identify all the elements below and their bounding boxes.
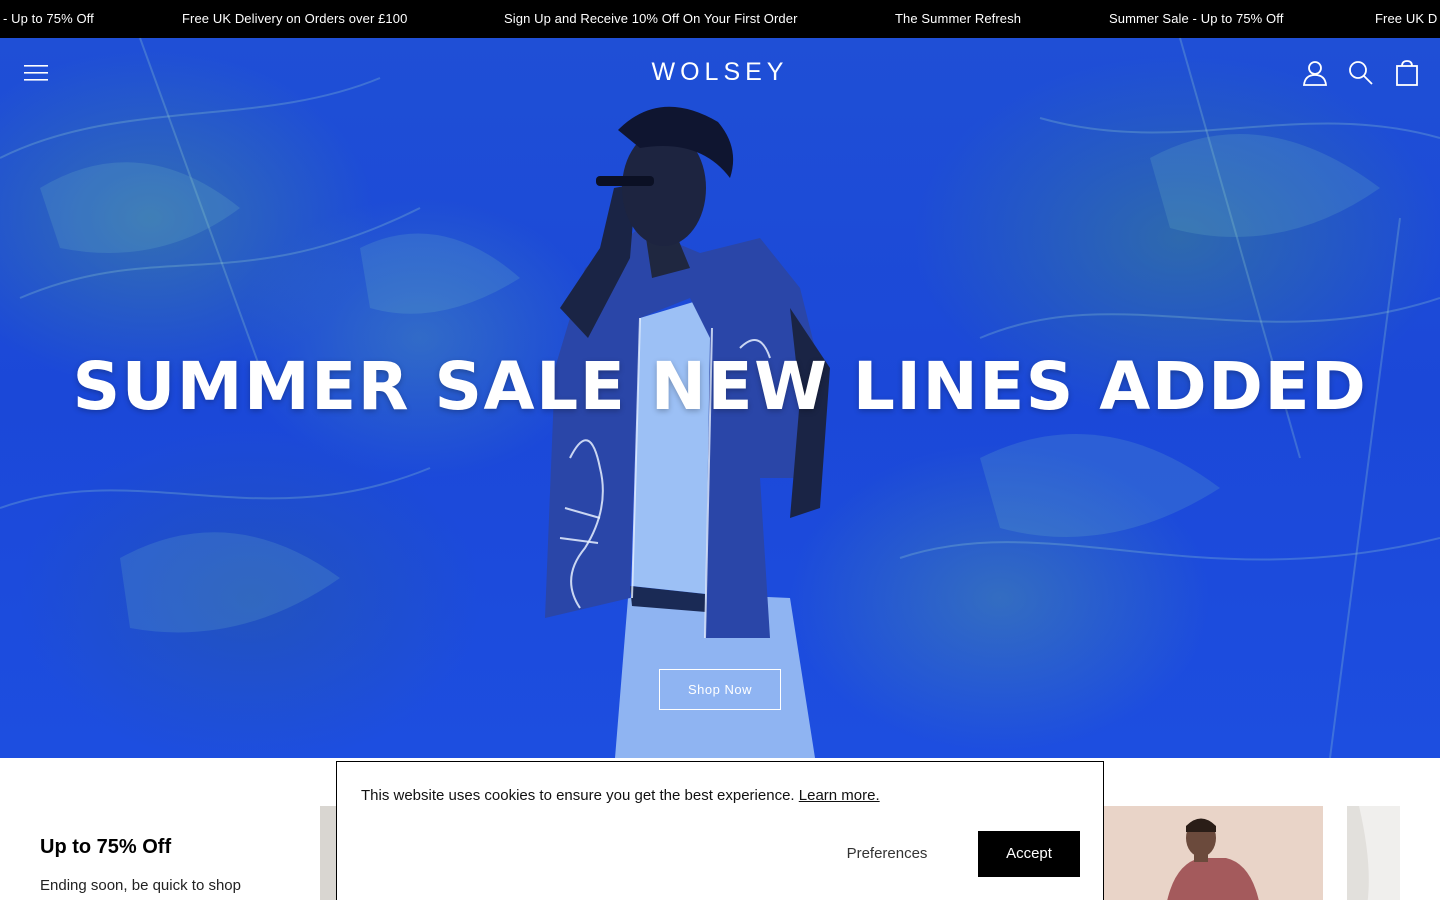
announcement-bar: - Up to 75% Off Free UK Delivery on Orde… bbox=[0, 0, 1440, 38]
announcement-item[interactable]: The Summer Refresh bbox=[895, 0, 1021, 38]
announcement-item[interactable]: - Up to 75% Off bbox=[3, 0, 94, 38]
site-header: WOLSEY bbox=[0, 38, 1440, 108]
promo-title: Up to 75% Off bbox=[40, 836, 172, 858]
search-icon[interactable] bbox=[1348, 60, 1374, 86]
hero-title: SUMMER SALE NEW LINES ADDED bbox=[72, 348, 1368, 425]
product-card[interactable] bbox=[1104, 806, 1323, 900]
product-image bbox=[1347, 806, 1369, 900]
product-image bbox=[1167, 818, 1259, 900]
site-logo[interactable]: WOLSEY bbox=[620, 58, 820, 87]
announcement-item[interactable]: Summer Sale - Up to 75% Off bbox=[1109, 0, 1283, 38]
accept-button[interactable]: Accept bbox=[978, 831, 1080, 877]
promo-subtitle: Ending soon, be quick to shop bbox=[40, 877, 241, 894]
announcement-item[interactable]: Free UK D bbox=[1375, 0, 1437, 38]
announcement-track: - Up to 75% Off Free UK Delivery on Orde… bbox=[0, 0, 1440, 38]
cookie-message-text: This website uses cookies to ensure you … bbox=[361, 787, 795, 804]
cookie-banner: This website uses cookies to ensure you … bbox=[336, 761, 1104, 900]
cookie-message: This website uses cookies to ensure you … bbox=[361, 787, 880, 804]
learn-more-link[interactable]: Learn more. bbox=[799, 787, 880, 804]
hero-banner[interactable]: SUMMER SALE NEW LINES ADDED Shop Now bbox=[0, 38, 1440, 758]
bag-icon[interactable] bbox=[1394, 60, 1420, 86]
account-icon[interactable] bbox=[1302, 60, 1328, 86]
product-card[interactable] bbox=[1347, 806, 1400, 900]
shop-now-button[interactable]: Shop Now bbox=[659, 669, 781, 710]
preferences-button[interactable]: Preferences bbox=[813, 832, 961, 876]
announcement-item[interactable]: Sign Up and Receive 10% Off On Your Firs… bbox=[504, 0, 798, 38]
menu-icon[interactable] bbox=[24, 64, 48, 82]
announcement-item[interactable]: Free UK Delivery on Orders over £100 bbox=[182, 0, 407, 38]
